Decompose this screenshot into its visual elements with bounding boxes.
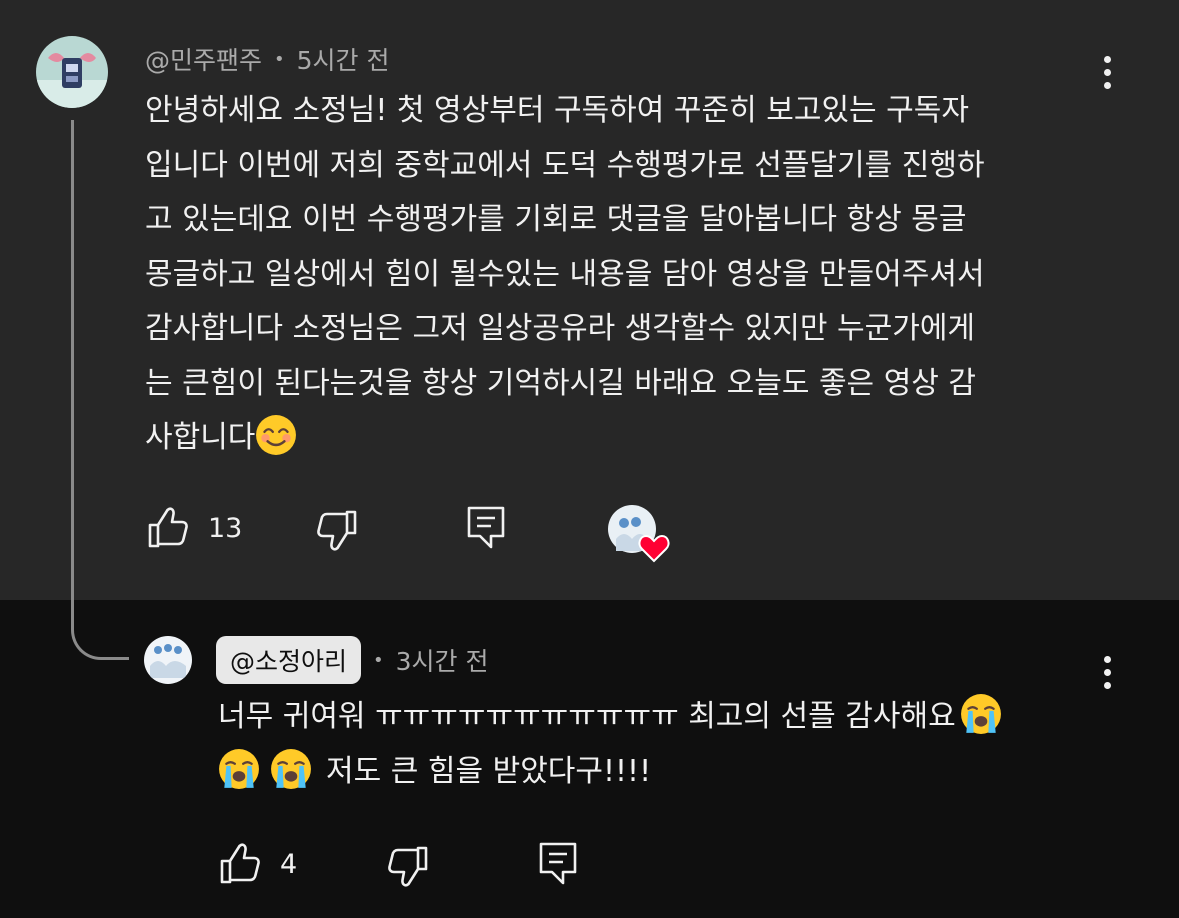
crying-emoji — [960, 693, 1002, 735]
comment-like-count: 13 — [208, 512, 243, 544]
more-icon-dot — [1103, 55, 1111, 63]
crying-emoji — [218, 748, 260, 790]
commenter-avatar[interactable] — [36, 36, 108, 108]
more-icon-dot — [1103, 668, 1111, 676]
more-icon-dot — [1103, 68, 1111, 76]
reply-meta: @소정아리 • 3시간 전 — [216, 636, 489, 684]
reply-more-button[interactable] — [1092, 647, 1122, 697]
meta-separator: • — [274, 48, 285, 70]
reply-dislike-button[interactable] — [386, 844, 430, 888]
thumbs-up-icon[interactable] — [218, 842, 262, 886]
crying-emoji — [270, 748, 312, 790]
creator-heart-badge — [606, 503, 678, 563]
reply-text-part: 저도 큰 힘을 받았다구!!!! — [326, 753, 652, 789]
thread-connector-line — [71, 120, 129, 660]
comment-text-end: 사합니다 — [145, 420, 256, 455]
reply-like-group: 4 — [218, 842, 297, 886]
thumbs-down-icon — [386, 844, 430, 888]
reply-time[interactable]: 3시간 전 — [396, 642, 489, 678]
comment-text: 안녕하세요 소정님! 첫 영상부터 구독하여 꾸준히 보고있는 구독자 입니다 … — [145, 84, 985, 466]
more-icon-dot — [1103, 81, 1111, 89]
comment-text-line: 고 있는데요 이번 수행평가를 기회로 댓글을 달아봅니다 항상 몽글 — [145, 202, 967, 237]
reply-icon — [464, 504, 508, 552]
more-icon-dot — [1103, 681, 1111, 689]
reply-avatar[interactable] — [144, 636, 192, 684]
comment-text-line: 는 큰힘이 된다는것을 항상 기억하시길 바래요 오늘도 좋은 영상 감 — [145, 365, 977, 401]
meta-separator: • — [373, 649, 384, 671]
comment-text-line: 입니다 이번에 저희 중학교에서 도덕 수행평가로 선플달기를 진행하 — [145, 147, 985, 183]
creator-heart-icon — [608, 505, 670, 563]
thumbs-up-icon[interactable] — [146, 506, 190, 550]
reply-author-chip[interactable]: @소정아리 — [216, 636, 362, 684]
comment-text-line-last: 사합니다 — [145, 411, 985, 466]
reply-text-part: 너무 귀여워 ㅠㅠㅠㅠㅠㅠㅠㅠㅠㅠㅠ 최고의 선플 감사해요 — [218, 699, 956, 734]
comment-text-line: 감사합니다 소정님은 그저 일상공유라 생각할수 있지만 누군가에게 — [145, 311, 976, 346]
more-icon-dot — [1103, 655, 1111, 663]
smile-emoji — [255, 414, 297, 456]
reply-text-line: 저도 큰 힘을 받았다구!!!! — [218, 745, 1002, 800]
reply-like-count: 4 — [280, 848, 298, 880]
comment-meta: @민주팬주 • 5시간 전 — [145, 42, 390, 76]
comment-time[interactable]: 5시간 전 — [297, 41, 390, 77]
reply-icon — [536, 840, 580, 888]
comment-text-line: 안녕하세요 소정님! 첫 영상부터 구독하여 꾸준히 보고있는 구독자 — [145, 93, 969, 128]
comment-author[interactable]: @민주팬주 — [145, 41, 262, 77]
reply-text: 너무 귀여워 ㅠㅠㅠㅠㅠㅠㅠㅠㅠㅠㅠ 최고의 선플 감사해요 저도 큰 힘을 받… — [218, 690, 1002, 799]
comment-more-button[interactable] — [1092, 47, 1122, 97]
thumbs-down-icon — [315, 508, 359, 552]
comment-reply-button[interactable] — [464, 504, 508, 552]
comment-like-group: 13 — [146, 506, 242, 550]
comment-dislike-button[interactable] — [315, 508, 359, 552]
comment-text-line: 몽글하고 일상에서 힘이 될수있는 내용을 담아 영상을 만들어주셔서 — [145, 256, 985, 292]
reply-text-line: 너무 귀여워 ㅠㅠㅠㅠㅠㅠㅠㅠㅠㅠㅠ 최고의 선플 감사해요 — [218, 690, 1002, 745]
reply-reply-button[interactable] — [536, 840, 580, 888]
